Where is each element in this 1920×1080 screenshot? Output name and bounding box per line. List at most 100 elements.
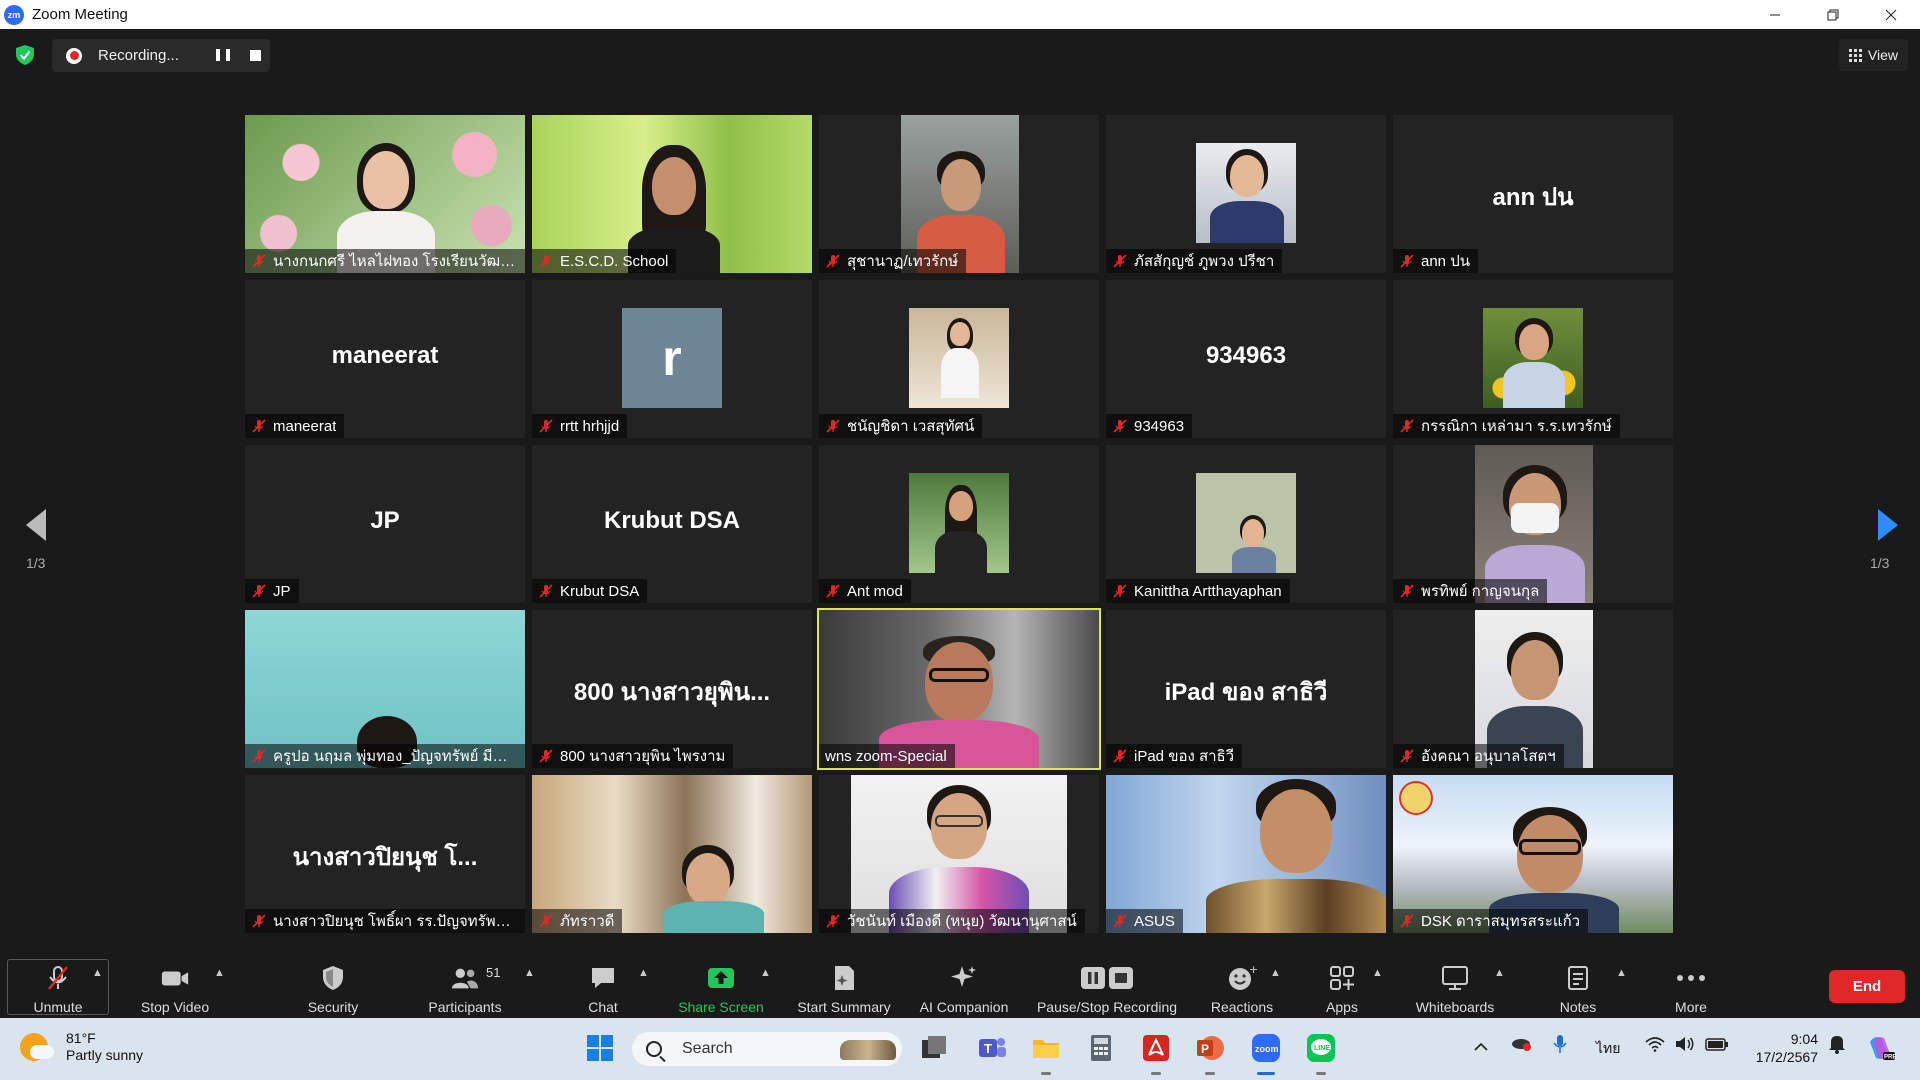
participant-tile-active-speaker[interactable]: wns zoom-Special <box>817 608 1101 770</box>
participant-tile[interactable]: นางสาวปิยนุช โ... นางสาวปิยนุช โพธิ์ผา ร… <box>245 775 525 933</box>
muted-mic-icon <box>252 254 266 268</box>
chat-options-chevron-icon[interactable]: ▲ <box>638 967 649 979</box>
muted-mic-icon <box>1113 749 1127 763</box>
participant-tile[interactable]: ann ปน ann ปน <box>1393 115 1673 273</box>
microphone-tray-icon[interactable] <box>1553 1034 1567 1057</box>
participant-name-bar: maneerat <box>245 414 345 438</box>
chat-button[interactable]: Chat <box>570 955 636 1018</box>
wifi-icon[interactable] <box>1645 1036 1665 1055</box>
participant-tile[interactable]: Kanittha Artthayaphan <box>1106 445 1386 603</box>
participants-options-chevron-icon[interactable]: ▲ <box>524 967 535 979</box>
taskbar-clock[interactable]: 9:04 17/2/2567 <box>1740 1030 1818 1066</box>
participant-display-name: JP <box>370 507 400 534</box>
participant-name: ann ปน <box>1421 253 1470 270</box>
previous-page-arrow-icon[interactable] <box>22 505 52 545</box>
windows-start-icon[interactable] <box>584 1032 616 1064</box>
participant-tile[interactable]: r rrtt hrhjjd <box>532 280 812 438</box>
minimize-button[interactable] <box>1746 0 1804 29</box>
participant-tile[interactable]: พรทิพย์ กาญจนกุล <box>1393 445 1673 603</box>
apps-label: Apps <box>1326 999 1358 1015</box>
participant-name: 800 นางสาวยุพิน ไพรงาม <box>560 748 726 765</box>
participant-name: wns zoom-Special <box>825 747 947 765</box>
apps-options-chevron-icon[interactable]: ▲ <box>1372 967 1383 979</box>
participant-tile[interactable]: DSK ดาราสมุทรสระแก้ว <box>1393 775 1673 933</box>
participant-tile[interactable]: maneerat maneerat <box>245 280 525 438</box>
restore-button[interactable] <box>1804 0 1862 29</box>
participant-tile[interactable]: iPad ของ สาธิวี iPad ของ สาธิวี <box>1106 610 1386 768</box>
volume-icon[interactable] <box>1675 1036 1695 1055</box>
participant-tile[interactable]: E.S.C.D. School <box>532 115 812 273</box>
participant-tile[interactable]: ภัทราวดี <box>532 775 812 933</box>
participant-name-bar: Krubut DSA <box>532 579 648 603</box>
app-running-indicator <box>1151 1072 1161 1075</box>
notes-button[interactable]: Notes <box>1550 955 1606 1018</box>
participant-tile[interactable]: ชนัญชิดา เวสสุทัศน์ <box>819 280 1099 438</box>
close-button[interactable] <box>1862 0 1920 29</box>
muted-mic-icon <box>252 749 266 763</box>
participant-name-bar: อังคณา อนุบาลโสตฯ <box>1393 744 1564 768</box>
whiteboards-options-chevron-icon[interactable]: ▲ <box>1494 967 1505 979</box>
chat-label: Chat <box>588 999 618 1015</box>
participant-tile[interactable]: 934963 934963 <box>1106 280 1386 438</box>
pause-stop-recording-label: Pause/Stop Recording <box>1036 999 1178 1015</box>
participant-name-bar: wns zoom-Special <box>819 744 955 768</box>
pause-stop-recording-button[interactable]: Pause/Stop Recording <box>1030 955 1184 1018</box>
more-button[interactable]: More <box>1662 955 1720 1018</box>
reactions-options-chevron-icon[interactable]: ▲ <box>1270 967 1281 979</box>
participant-tile[interactable]: วัชนันท์ เมืองดี (หนุย) วัฒนานุศาสน์ <box>819 775 1099 933</box>
calculator-icon[interactable] <box>1085 1032 1117 1064</box>
participant-tile[interactable]: อังคณา อนุบาลโสตฯ <box>1393 610 1673 768</box>
participant-tile[interactable]: 800 นางสาวยุพิน... 800 นางสาวยุพิน ไพรงา… <box>532 610 812 768</box>
stop-video-button[interactable]: Stop Video <box>130 955 220 1018</box>
zoom-app-icon[interactable]: zoom <box>1250 1032 1282 1064</box>
participant-name: DSK ดาราสมุทรสระแก้ว <box>1421 913 1581 930</box>
unmute-control[interactable]: Unmute <box>24 955 92 1018</box>
ai-companion-button[interactable]: AI Companion <box>914 955 1014 1018</box>
participant-tile[interactable]: ภัสสักุญช์ ภูพวง ปรีชา <box>1106 115 1386 273</box>
onedrive-cloud-icon[interactable] <box>1510 1034 1532 1055</box>
task-view-icon[interactable] <box>918 1032 950 1064</box>
participant-tile[interactable]: Ant mod <box>819 445 1099 603</box>
acrobat-reader-icon[interactable] <box>1140 1032 1172 1064</box>
line-app-icon[interactable]: LINE <box>1305 1032 1337 1064</box>
muted-mic-icon <box>252 584 266 598</box>
video-options-chevron-icon[interactable]: ▲ <box>214 967 225 979</box>
participant-name-bar: พรทิพย์ กาญจนกุล <box>1393 579 1548 603</box>
apps-button[interactable]: Apps <box>1312 955 1372 1018</box>
file-explorer-icon[interactable] <box>1030 1032 1062 1064</box>
stop-recording-icon[interactable] <box>250 50 261 61</box>
pause-recording-icon[interactable] <box>216 49 230 63</box>
taskbar-search-box[interactable]: Search <box>632 1032 902 1066</box>
participant-tile[interactable]: นางกนกศรี ไหลไฝทอง โรงเรียนวัฒนา... <box>245 115 525 273</box>
meeting-top-bar: Recording... View <box>0 29 1920 81</box>
participant-tile[interactable]: ครูปอ นฤมล พุ่มทอง_ปัญจทรัพย์ มีนบุรี <box>245 610 525 768</box>
start-summary-button[interactable]: Start Summary <box>790 955 898 1018</box>
security-shield-icon <box>318 963 348 993</box>
notes-options-chevron-icon[interactable]: ▲ <box>1616 967 1627 979</box>
weather-widget[interactable]: 81°F Partly sunny <box>20 1030 143 1064</box>
ai-companion-label: AI Companion <box>919 999 1009 1015</box>
reactions-button[interactable]: + Reactions <box>1202 955 1282 1018</box>
copilot-icon[interactable]: PRE <box>1864 1032 1896 1064</box>
powerpoint-icon[interactable]: P <box>1194 1032 1226 1064</box>
view-button[interactable]: View <box>1838 39 1908 71</box>
participant-tile[interactable]: ASUS <box>1106 775 1386 933</box>
share-options-chevron-icon[interactable]: ▲ <box>760 967 771 979</box>
share-screen-button[interactable]: Share Screen <box>670 955 772 1018</box>
participant-tile[interactable]: กรรณิกา เหล่ามา ร.ร.เทวรักษ์ <box>1393 280 1673 438</box>
participant-tile[interactable]: Krubut DSA Krubut DSA <box>532 445 812 603</box>
next-page-arrow-icon[interactable] <box>1872 505 1902 545</box>
show-hidden-icons-chevron-icon[interactable] <box>1474 1038 1488 1054</box>
encryption-shield-icon[interactable] <box>14 44 36 66</box>
participant-tile[interactable]: สุชานาฏ/เทวรักษ์ <box>819 115 1099 273</box>
end-meeting-button[interactable]: End <box>1829 970 1905 1003</box>
battery-icon[interactable] <box>1705 1036 1729 1055</box>
audio-options-chevron-icon[interactable]: ▲ <box>92 967 103 979</box>
notification-bell-icon[interactable] <box>1828 1034 1846 1057</box>
input-language-indicator[interactable]: ไทย <box>1596 1038 1620 1060</box>
whiteboards-button[interactable]: Whiteboards <box>1408 955 1502 1018</box>
participant-tile[interactable]: JP JP <box>245 445 525 603</box>
participant-photo <box>1196 473 1296 573</box>
security-button[interactable]: Security <box>293 955 373 1018</box>
teams-icon[interactable]: T <box>976 1032 1008 1064</box>
